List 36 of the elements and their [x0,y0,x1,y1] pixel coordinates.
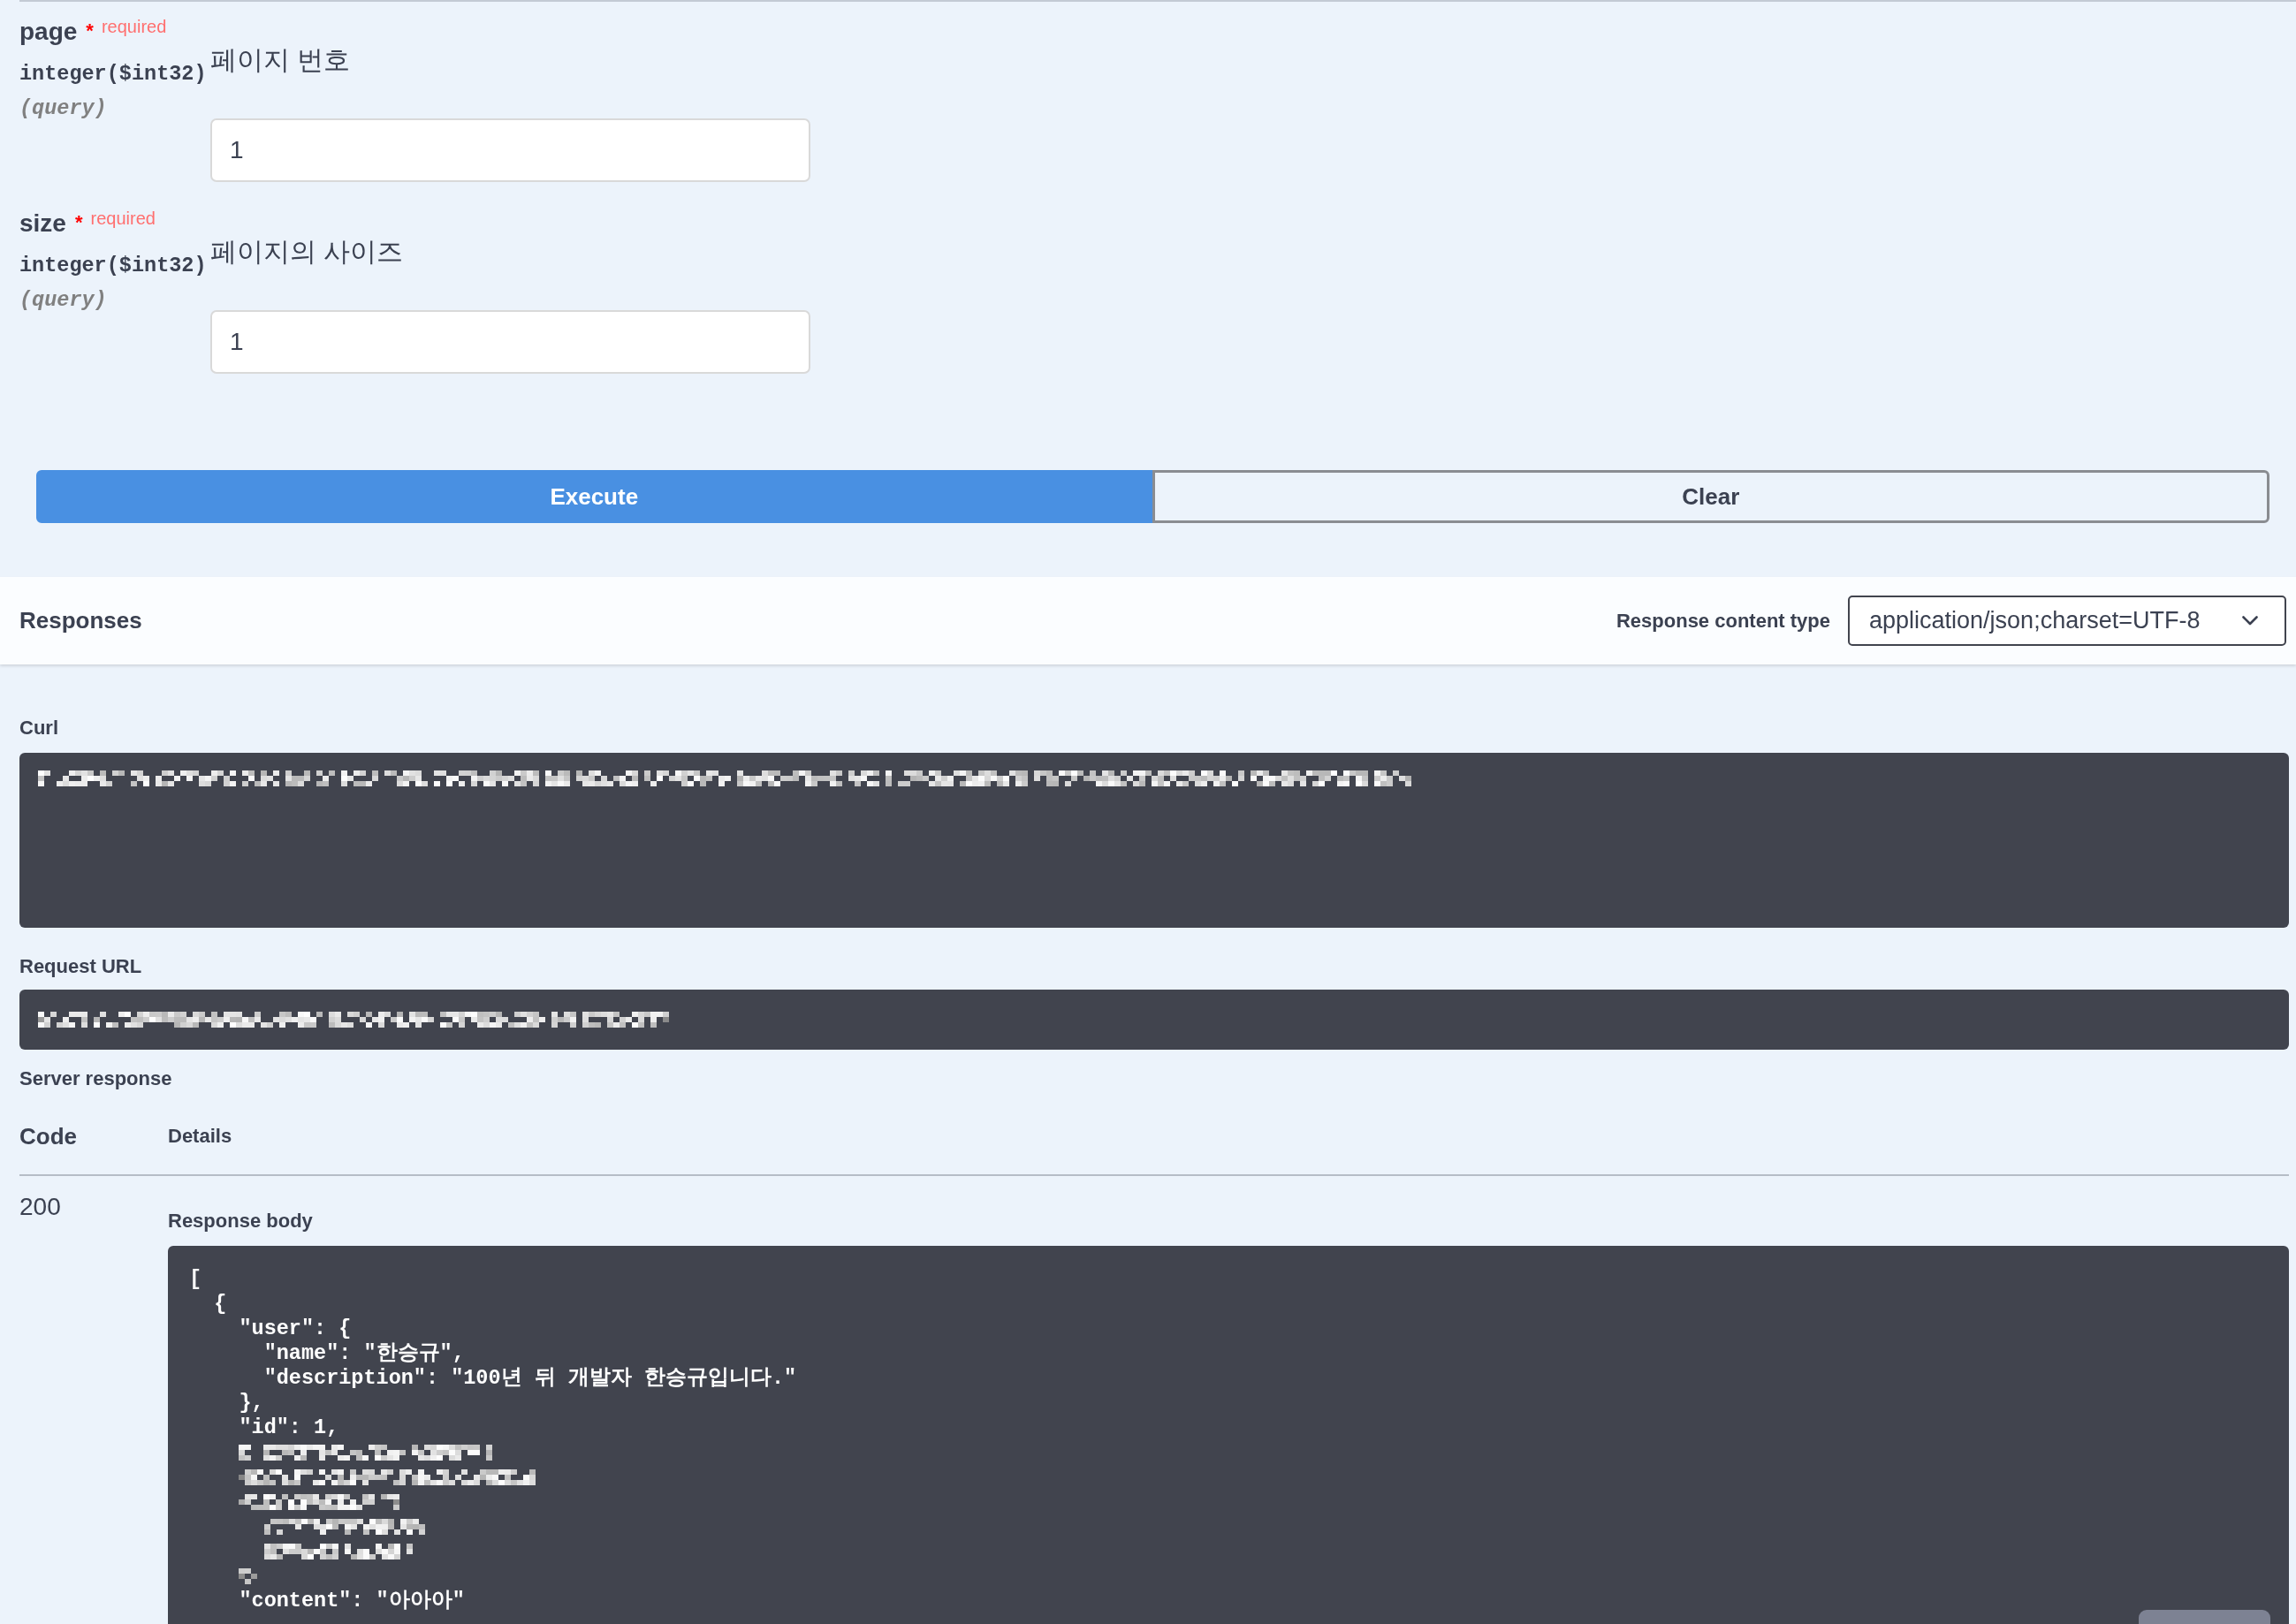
content-type-select[interactable]: application/json;charset=UTF-8 [1848,596,2286,646]
curl-label: Curl [19,717,58,739]
required-label: required [90,208,156,229]
code-line: "content": "아아아" [239,1589,465,1613]
code-line: "id": 1, [239,1415,339,1440]
value-input[interactable]: 1 [210,310,810,374]
column-header: Details [168,1125,232,1147]
server-response-label: Server response [19,1067,172,1089]
parameter-description: 페이지 번호 [210,45,351,74]
parameter-type: integer($int32) [19,62,207,86]
pixelated-text-drawing [239,1568,258,1584]
code-line: { [214,1292,227,1317]
response-body-label: Response body [168,1210,313,1232]
parameter-location: (query) [19,288,107,312]
responses-heading: Responses [19,607,142,634]
parameter-name: page [19,17,78,47]
required-marker: * [74,213,83,232]
status-code: 200 [19,1193,61,1220]
content-type-label: Response content type [1616,609,1830,633]
code-line: "name": "한승규", [263,1341,465,1366]
value-input[interactable]: 1 [210,118,810,182]
column-header: Code [19,1123,77,1150]
required-marker: * [86,21,94,41]
clear-button[interactable]: Clear [1152,470,2269,523]
code-line: }, [239,1391,264,1415]
code-line: "user": { [239,1317,352,1341]
code-line: "description": "100년 뒤 개발자 한승규입니다." [263,1366,797,1391]
parameter-name: size [19,209,66,239]
parameter-location: (query) [19,96,107,120]
parameter-description: 페이지의 사이즈 [210,237,404,266]
request-url-label: Request URL [19,955,142,977]
required-label: required [101,16,167,37]
code-line: [ [189,1267,202,1292]
cut-off-button[interactable] [2139,1610,2270,1624]
chevron-down-icon [2242,616,2258,626]
parameter-type: integer($int32) [19,254,207,277]
